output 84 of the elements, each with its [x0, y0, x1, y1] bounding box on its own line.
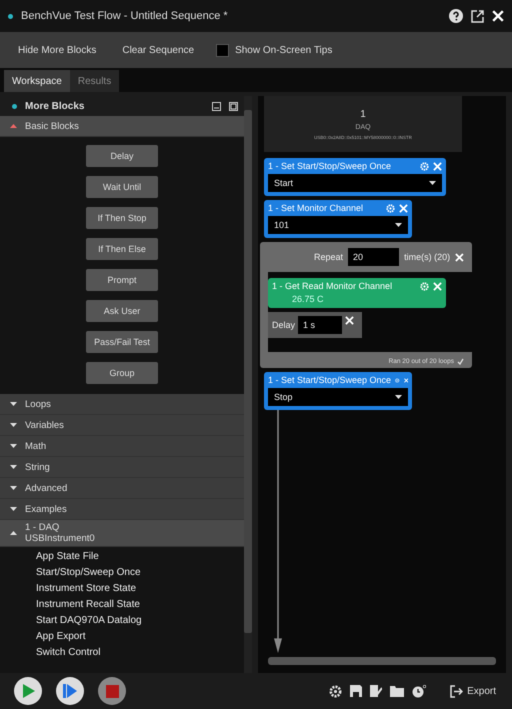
palette-item[interactable]: Start/Stop/Sweep Once: [36, 567, 244, 581]
app-icon: [8, 14, 13, 18]
caret-icon: [10, 507, 17, 511]
repeat-unit: time(s) (20): [404, 252, 450, 262]
reading-value: 26.75 C: [291, 294, 325, 304]
toolbar-button[interactable]: Hide More Blocks: [14, 42, 100, 58]
gear-icon[interactable]: [329, 684, 342, 698]
value-dropdown[interactable]: Start: [268, 174, 442, 192]
action-block[interactable]: 1 - Set Start/Stop/Sweep Once Start: [264, 158, 446, 196]
caret-icon: [395, 395, 402, 399]
category-header[interactable]: Advanced: [0, 478, 244, 499]
window-title: BenchVue Test Flow - Untitled Sequence *: [21, 10, 229, 22]
category-header[interactable]: Loops: [0, 394, 244, 415]
help-icon[interactable]: [449, 9, 463, 23]
palette-item[interactable]: App State File: [36, 551, 244, 565]
repeat-label: Repeat: [314, 252, 344, 262]
caret-icon: [395, 223, 402, 227]
horizontal-scrollbar[interactable]: [268, 657, 496, 665]
tab[interactable]: Workspace: [4, 70, 70, 92]
palette-item[interactable]: App Export: [36, 631, 244, 645]
step-button[interactable]: [56, 677, 84, 705]
caret-icon: [10, 124, 17, 128]
folder-icon[interactable]: [390, 685, 404, 697]
value-dropdown[interactable]: 101: [268, 216, 408, 234]
play-icon: [21, 684, 35, 698]
instrument-number: 1: [360, 108, 366, 120]
category-header[interactable]: Basic Blocks: [0, 116, 244, 137]
delay-label: Delay: [272, 319, 296, 330]
delay-block[interactable]: Delay 1 s: [268, 312, 362, 338]
block-title: 1 - Set Start/Stop/Sweep Once: [268, 161, 392, 171]
block-title: 1 - Set Start/Stop/Sweep Once: [268, 375, 392, 385]
caret-icon: [10, 402, 17, 406]
palette-block[interactable]: Delay: [86, 145, 158, 167]
tips-checkbox[interactable]: [216, 44, 230, 56]
panel-icon: [12, 104, 17, 108]
palette-block[interactable]: Pass/Fail Test: [86, 331, 158, 353]
palette-block[interactable]: If Then Stop: [86, 207, 158, 229]
category-header[interactable]: 1 - DAQ USBInstrument0: [0, 520, 244, 547]
toolbar-button[interactable]: Clear Sequence: [118, 42, 198, 58]
step-icon: [63, 684, 77, 698]
category-header[interactable]: String: [0, 457, 244, 478]
close-icon[interactable]: [345, 316, 354, 325]
palette-item[interactable]: Instrument Store State: [36, 583, 244, 597]
palette-item[interactable]: Instrument Recall State: [36, 599, 244, 613]
export-icon: [450, 684, 464, 698]
palette-block[interactable]: If Then Else: [86, 238, 158, 260]
run-button[interactable]: [14, 677, 42, 705]
clock-icon[interactable]: [412, 684, 426, 698]
palette-block[interactable]: Ask User: [86, 300, 158, 322]
value-dropdown[interactable]: Stop: [268, 388, 408, 406]
stop-button[interactable]: [98, 677, 126, 705]
category-header[interactable]: Variables: [0, 415, 244, 436]
caret-icon: [10, 423, 17, 427]
caret-icon: [429, 181, 436, 185]
export-button[interactable]: Export: [444, 684, 502, 698]
palette-block[interactable]: Group: [86, 362, 158, 384]
collapse-icon[interactable]: [212, 102, 221, 110]
action-block[interactable]: 1 - Set Start/Stop/Sweep Once Stop: [264, 372, 412, 410]
category-header[interactable]: Math: [0, 436, 244, 457]
panel-title: More Blocks: [25, 100, 86, 112]
stop-icon: [106, 684, 118, 698]
save-as-icon[interactable]: [370, 685, 382, 697]
check-icon: [457, 358, 464, 365]
repeat-count-field[interactable]: 20: [348, 248, 400, 266]
block-title: 1 - Get Read Monitor Channel: [272, 281, 394, 291]
palette-block[interactable]: Wait Until: [86, 176, 158, 198]
block-title: 1 - Set Monitor Channel: [268, 203, 364, 213]
palette-item[interactable]: Switch Control: [36, 647, 244, 661]
caret-icon: [10, 531, 17, 535]
palette-block[interactable]: Prompt: [86, 269, 158, 291]
save-icon[interactable]: [350, 685, 362, 697]
close-icon[interactable]: [492, 10, 504, 22]
category-header[interactable]: Examples: [0, 499, 244, 520]
scrollbar-thumb[interactable]: [244, 110, 252, 633]
expand-icon[interactable]: [229, 102, 238, 110]
palette-item[interactable]: Start DAQ970A Datalog: [36, 615, 244, 629]
popout-icon[interactable]: [471, 10, 484, 22]
caret-icon: [10, 486, 17, 490]
tab[interactable]: Results: [70, 70, 120, 92]
caret-icon: [10, 465, 17, 469]
action-block[interactable]: 1 - Set Monitor Channel 101: [264, 200, 412, 238]
caret-icon: [10, 444, 17, 448]
delay-field[interactable]: 1 s: [298, 316, 342, 334]
tips-label: Show On-Screen Tips: [235, 44, 332, 56]
